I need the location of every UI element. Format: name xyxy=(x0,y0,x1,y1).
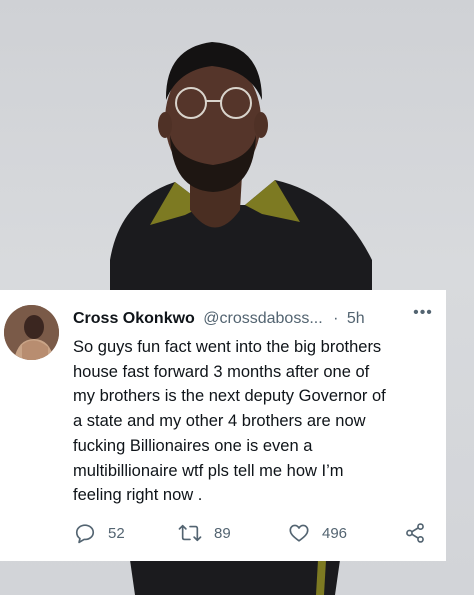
tweet-text-line: multibillionaire wtf pls tell me how I’m xyxy=(73,461,344,480)
share-button[interactable] xyxy=(404,520,426,546)
tweet-text-line: my brothers is the next deputy Governor … xyxy=(73,387,386,406)
user-handle[interactable]: @crossdaboss... xyxy=(203,310,322,327)
tweet-text: So guys fun fact went into the big broth… xyxy=(73,335,433,508)
share-icon xyxy=(406,523,424,543)
timestamp[interactable]: 5h xyxy=(347,310,365,327)
reply-count: 52 xyxy=(108,524,125,542)
separator-dot: · xyxy=(333,310,339,327)
display-name[interactable]: Cross Okonkwo xyxy=(73,310,195,327)
tweet-text-line: So guys fun fact went into the big broth… xyxy=(73,338,382,356)
more-icon[interactable]: ••• xyxy=(412,305,434,324)
tweet-text-line: house fast forward 3 months after one of xyxy=(73,362,370,381)
reply-icon xyxy=(75,524,95,544)
tweet-card[interactable]: Cross Okonkwo @crossdaboss... · 5h ••• S… xyxy=(0,290,446,561)
retweet-icon xyxy=(178,524,202,542)
retweet-count: 89 xyxy=(214,524,231,542)
like-count: 496 xyxy=(322,524,348,542)
retweet-button[interactable]: 89 xyxy=(178,520,231,546)
heart-icon xyxy=(289,524,309,542)
tweet-text-line: a state and my other 4 brothers are now xyxy=(73,412,366,431)
tweet-actions: 52 89 496 xyxy=(74,520,434,546)
tweet-text-line: feeling right now . xyxy=(73,486,203,505)
tweet-text-line: fucking Billionaires one is even a xyxy=(73,436,313,455)
avatar[interactable] xyxy=(4,305,59,360)
like-button[interactable]: 496 xyxy=(288,520,347,546)
reply-button[interactable]: 52 xyxy=(74,520,125,546)
tweet-header: Cross Okonkwo @crossdaboss... · 5h xyxy=(73,308,436,330)
